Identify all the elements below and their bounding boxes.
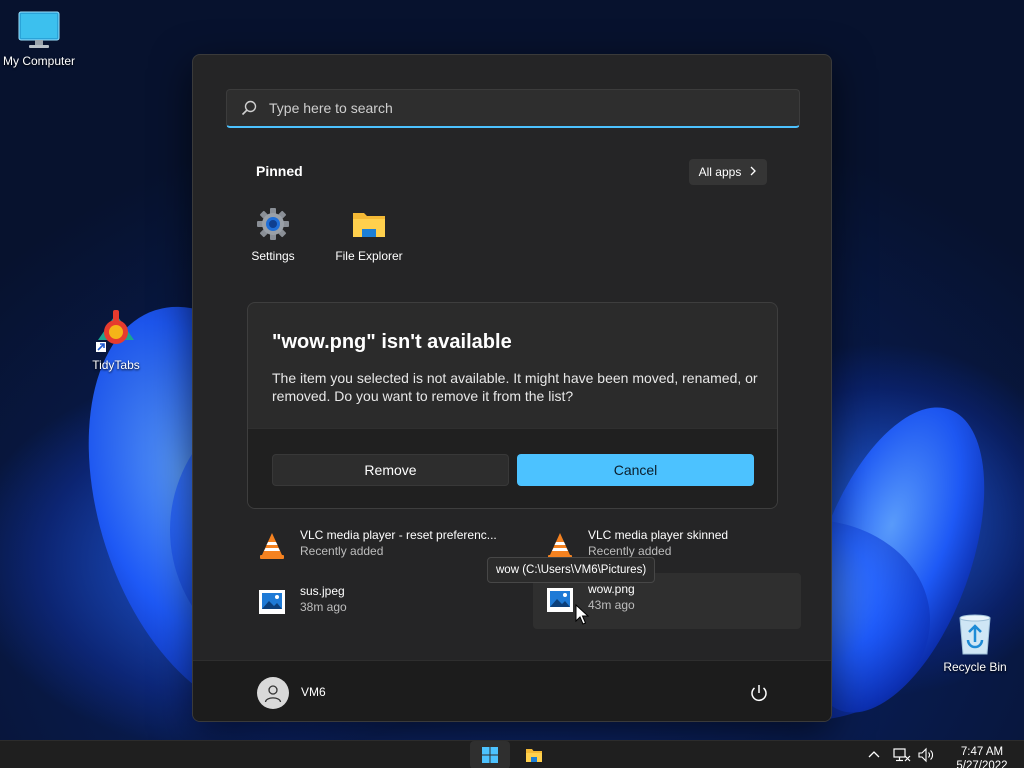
recommended-item-subtitle: 38m ago: [300, 600, 347, 614]
recommended-item-name: wow.png: [588, 582, 635, 596]
windows-logo-icon: [482, 747, 498, 763]
power-button[interactable]: [747, 681, 771, 705]
remove-button[interactable]: Remove: [272, 454, 509, 486]
tidytabs-icon: [94, 310, 138, 354]
avatar[interactable]: [257, 677, 289, 709]
pinned-app-settings[interactable]: Settings: [228, 207, 318, 263]
start-menu-footer: VM6: [193, 660, 831, 721]
desktop-icon-recycle-bin[interactable]: Recycle Bin: [933, 612, 1017, 674]
desktop-icon-my-computer[interactable]: My Computer: [0, 10, 81, 68]
all-apps-label: All apps: [698, 165, 742, 179]
recommended-item[interactable]: VLC media player - reset preferenc... Re…: [245, 519, 513, 575]
start-button[interactable]: [470, 741, 510, 768]
recommended-item[interactable]: sus.jpeg 38m ago: [245, 575, 513, 631]
user-name[interactable]: VM6: [301, 685, 326, 699]
start-menu: Pinned All apps: [192, 54, 832, 722]
clock-time: 7:47 AM: [960, 746, 1004, 758]
tooltip: wow (C:\Users\VM6\Pictures): [487, 557, 656, 583]
volume-icon[interactable]: [918, 747, 934, 763]
desktop-icon-label: My Computer: [2, 54, 76, 68]
image-file-icon: [257, 587, 287, 617]
recycle-bin-icon: [955, 612, 995, 656]
dialog-footer: Remove Cancel: [248, 428, 777, 508]
pinned-app-label: Settings: [251, 249, 295, 263]
power-icon: [751, 685, 767, 702]
recommended-item-subtitle: 43m ago: [588, 598, 635, 612]
recommended-item-name: VLC media player skinned: [588, 528, 729, 542]
dialog-title: "wow.png" isn't available: [272, 331, 512, 353]
show-hidden-icons-button[interactable]: [866, 747, 882, 763]
taskbar-clock[interactable]: 7:47 AM 5/27/2022: [944, 745, 1020, 768]
pinned-title: Pinned: [256, 163, 303, 179]
pinned-app-file-explorer[interactable]: File Explorer: [324, 207, 414, 263]
user-icon: [264, 685, 282, 703]
search-icon: [241, 100, 257, 116]
folder-icon: [352, 207, 386, 241]
recommended-item-name: sus.jpeg: [300, 584, 345, 598]
desktop-icon-label: TidyTabs: [92, 358, 140, 372]
dialog-message: The item you selected is not available. …: [272, 370, 758, 404]
taskbar-file-explorer[interactable]: [514, 741, 554, 768]
image-file-icon: [545, 585, 575, 615]
mouse-cursor-icon: [575, 603, 590, 626]
recommended-item-subtitle: Recently added: [588, 544, 672, 558]
taskbar: 7:47 AM 5/27/2022: [0, 740, 1024, 768]
chevron-right-icon: [749, 165, 757, 179]
search-input[interactable]: [269, 100, 769, 116]
recommended-item-name: VLC media player - reset preferenc...: [300, 528, 497, 542]
item-unavailable-dialog: "wow.png" isn't available The item you s…: [247, 302, 778, 509]
chevron-up-icon: [868, 751, 880, 758]
network-icon[interactable]: [893, 747, 911, 763]
pinned-app-label: File Explorer: [335, 249, 403, 263]
gear-icon: [256, 207, 290, 241]
desktop-icon-label: Recycle Bin: [943, 660, 1007, 674]
search-box[interactable]: [226, 89, 800, 128]
all-apps-button[interactable]: All apps: [689, 159, 767, 185]
cancel-button[interactable]: Cancel: [517, 454, 754, 486]
vlc-icon: [257, 531, 287, 561]
clock-date: 5/27/2022: [956, 760, 1008, 768]
desktop-icon-tidytabs[interactable]: TidyTabs: [74, 310, 158, 372]
monitor-icon: [17, 10, 61, 50]
recommended-item-subtitle: Recently added: [300, 544, 384, 558]
folder-icon: [526, 749, 542, 762]
